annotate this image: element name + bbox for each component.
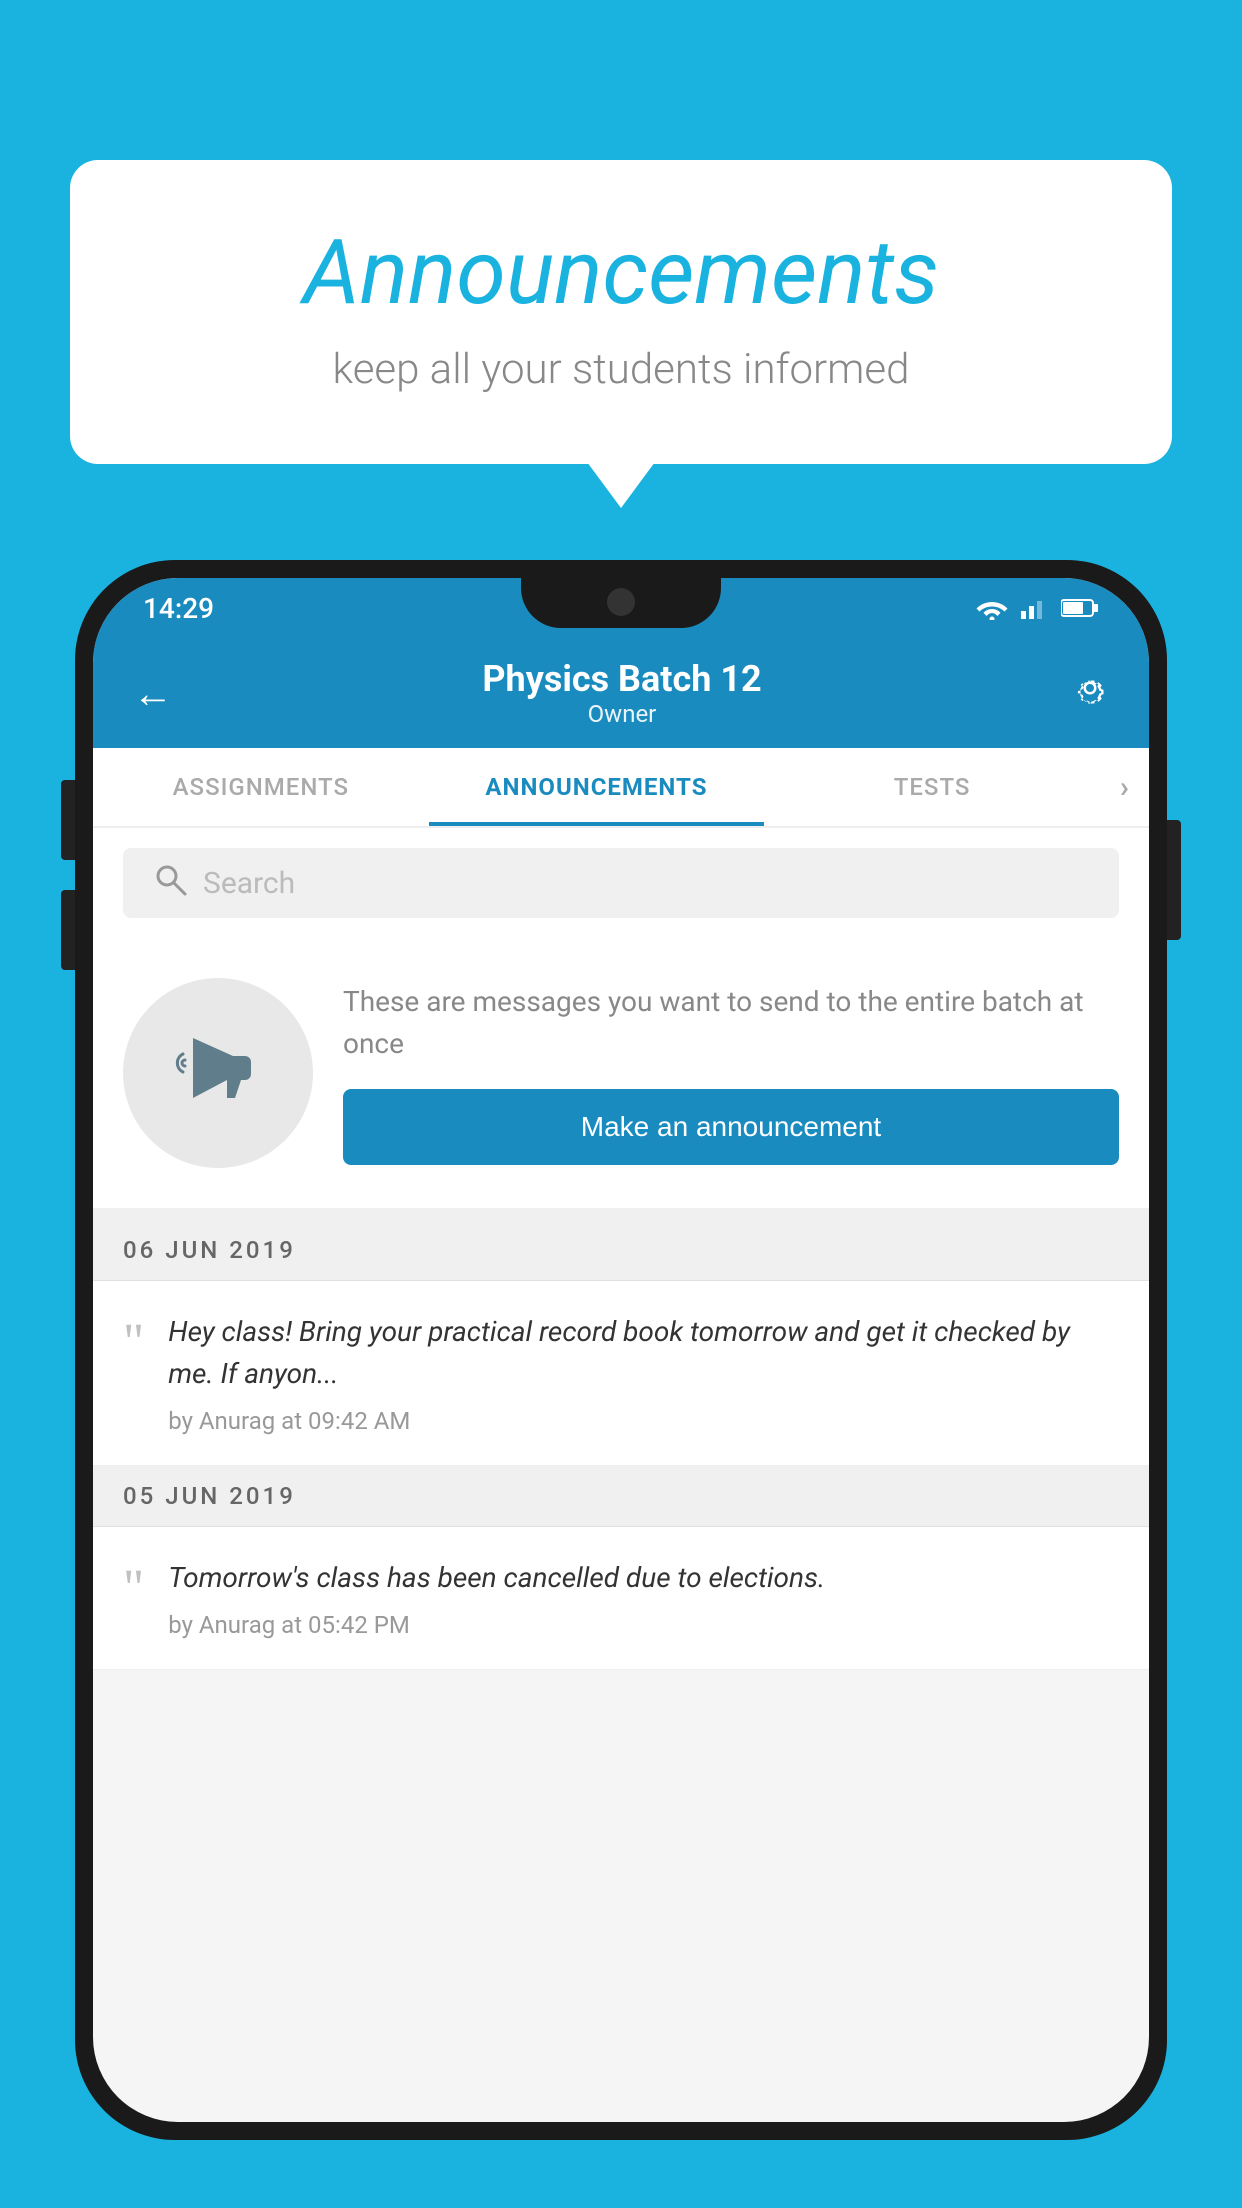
phone-notch: [521, 578, 721, 628]
megaphone-icon: [173, 1018, 263, 1128]
phone-camera: [607, 588, 635, 616]
phone-outer: 14:29: [75, 560, 1167, 2140]
announcement-text-1: Hey class! Bring your practical record b…: [168, 1311, 1119, 1395]
battery-icon: [1061, 598, 1099, 618]
search-container: Search: [93, 828, 1149, 938]
tab-announcements[interactable]: ANNOUNCEMENTS: [429, 748, 765, 826]
quote-icon-1: ": [123, 1317, 144, 1369]
tab-more[interactable]: ›: [1100, 770, 1149, 805]
announcement-text-2: Tomorrow's class has been cancelled due …: [168, 1557, 1119, 1599]
tab-tests[interactable]: TESTS: [764, 748, 1100, 826]
back-button[interactable]: ←: [123, 660, 183, 727]
tab-assignments[interactable]: ASSIGNMENTS: [93, 748, 429, 826]
date-separator-2: 05 JUN 2019: [93, 1466, 1149, 1527]
speech-bubble: Announcements keep all your students inf…: [70, 160, 1172, 464]
power-button[interactable]: [1167, 820, 1181, 940]
speech-bubble-section: Announcements keep all your students inf…: [70, 160, 1172, 464]
bubble-subtitle: keep all your students informed: [150, 345, 1092, 394]
promo-icon-circle: [123, 978, 313, 1168]
announcement-content-1: Hey class! Bring your practical record b…: [168, 1311, 1119, 1435]
phone-mockup: 14:29: [75, 560, 1167, 2140]
make-announcement-button[interactable]: Make an announcement: [343, 1089, 1119, 1165]
bubble-title: Announcements: [150, 220, 1092, 325]
settings-icon[interactable]: [1061, 659, 1119, 727]
header-title: Physics Batch 12: [183, 658, 1061, 700]
search-bar[interactable]: Search: [123, 848, 1119, 918]
header-subtitle: Owner: [183, 700, 1061, 728]
phone-screen: 14:29: [93, 578, 1149, 2122]
volume-down-button[interactable]: [61, 890, 75, 970]
volume-up-button[interactable]: [61, 780, 75, 860]
announcement-meta-1: by Anurag at 09:42 AM: [168, 1407, 1119, 1435]
date-separator-1: 06 JUN 2019: [93, 1220, 1149, 1281]
status-time: 14:29: [143, 592, 214, 625]
promo-description: These are messages you want to send to t…: [343, 981, 1119, 1065]
header-center: Physics Batch 12 Owner: [183, 658, 1061, 728]
search-placeholder: Search: [203, 866, 295, 901]
search-icon: [153, 862, 187, 905]
app-header: ← Physics Batch 12 Owner: [93, 638, 1149, 748]
announcement-item-2[interactable]: " Tomorrow's class has been cancelled du…: [93, 1527, 1149, 1670]
announcement-content-2: Tomorrow's class has been cancelled due …: [168, 1557, 1119, 1639]
wifi-icon: [975, 596, 1009, 620]
signal-icon: [1021, 597, 1049, 619]
promo-right: These are messages you want to send to t…: [343, 981, 1119, 1165]
announcement-promo: These are messages you want to send to t…: [93, 938, 1149, 1220]
announcement-meta-2: by Anurag at 05:42 PM: [168, 1611, 1119, 1639]
status-icons: [975, 596, 1099, 620]
tabs-bar: ASSIGNMENTS ANNOUNCEMENTS TESTS ›: [93, 748, 1149, 828]
announcement-item-1[interactable]: " Hey class! Bring your practical record…: [93, 1281, 1149, 1466]
quote-icon-2: ": [123, 1563, 144, 1615]
